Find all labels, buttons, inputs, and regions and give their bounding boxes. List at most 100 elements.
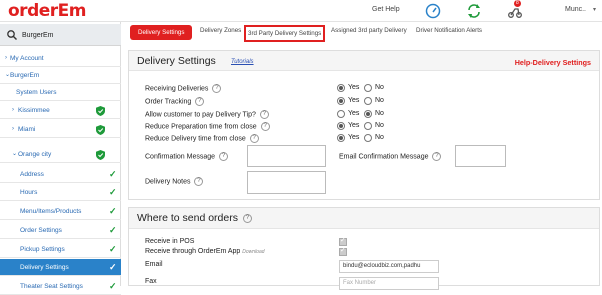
tab-delivery-settings[interactable]: Delivery Settings	[130, 25, 193, 40]
radio-reduce-delivery-yes[interactable]	[337, 134, 345, 142]
radio-delivery-tip-no[interactable]	[364, 110, 372, 118]
sidebar-item-system-users[interactable]: System Users	[0, 84, 121, 101]
get-help-link[interactable]: Get Help	[372, 6, 400, 13]
help-question-icon[interactable]: ?	[260, 122, 270, 131]
sidebar-item-delivery-settings[interactable]: Delivery Settings ✓	[0, 259, 121, 276]
receive-in-pos-checkbox[interactable]	[339, 236, 347, 246]
sidebar-item-orange-city[interactable]: ⌄ Orange city	[0, 146, 121, 163]
radio-reduce-preparation-no[interactable]	[364, 122, 372, 130]
search-input[interactable]	[22, 27, 118, 43]
radio-label-no: No	[375, 122, 384, 129]
delivery-settings-panel: Delivery Settings Tutorials Help-Deliver…	[128, 50, 600, 200]
chevron-right-icon: ›	[5, 55, 7, 61]
check-icon: ✓	[109, 206, 117, 216]
radio-label-no: No	[375, 110, 384, 117]
shield-check-icon	[96, 106, 105, 116]
sidebar-item-kissimmee[interactable]: › Kissimmee	[0, 102, 121, 119]
dashboard-gauge-icon[interactable]	[425, 3, 441, 19]
email-input[interactable]: bindu@ecloudbiz.com,padhu	[339, 260, 439, 273]
settings-tabs: Delivery Settings Delivery Zones 3rd Par…	[128, 24, 602, 44]
setting-label-delivery-tip: Allow customer to pay Delivery Tip? ?	[145, 110, 269, 119]
radio-receiving-deliveries-no[interactable]	[364, 84, 372, 92]
panel-header: Delivery Settings Tutorials Help-Deliver…	[129, 51, 599, 71]
check-icon: ✓	[109, 244, 117, 254]
help-question-icon[interactable]: ?	[194, 177, 204, 186]
logo[interactable]: orderEm	[8, 1, 86, 21]
tutorials-link[interactable]: Tutorials	[231, 59, 254, 65]
sidebar-item-order-settings[interactable]: Order Settings ✓	[0, 222, 121, 239]
radio-receiving-deliveries-yes[interactable]	[337, 84, 345, 92]
check-icon: ✓	[109, 281, 117, 291]
radio-order-tracking-yes[interactable]	[337, 97, 345, 105]
radio-reduce-preparation-yes[interactable]	[337, 122, 345, 130]
confirmation-message-field[interactable]	[247, 145, 326, 167]
radio-label-yes: Yes	[348, 97, 360, 104]
sidebar-item-burgerem[interactable]: ⌄ BurgerEm	[0, 67, 121, 84]
radio-label-yes: Yes	[348, 122, 360, 129]
tab-3rd-party-delivery-settings[interactable]: 3rd Party Delivery Settings	[244, 25, 326, 42]
sidebar-item-pickup-settings[interactable]: Pickup Settings ✓	[0, 241, 121, 258]
radio-label-no: No	[375, 134, 384, 141]
sidebar-item-label: Hours	[20, 189, 38, 196]
refresh-icon[interactable]	[466, 3, 482, 19]
search-bar	[0, 24, 121, 46]
help-delivery-settings-link[interactable]: Help-Delivery Settings	[515, 58, 591, 67]
sidebar-item-label: Kissimmee	[18, 107, 50, 114]
help-question-icon[interactable]: ?	[212, 84, 222, 93]
shield-check-icon	[96, 150, 105, 160]
sidebar-item-label: Miami	[18, 126, 36, 133]
email-label: Email	[145, 261, 163, 268]
help-question-icon[interactable]: ?	[432, 152, 442, 161]
radio-delivery-tip-yes[interactable]	[337, 110, 345, 118]
delivery-notes-field[interactable]	[247, 171, 326, 194]
sidebar-item-label: Order Settings	[20, 227, 62, 234]
sidebar-item-menu-items-products[interactable]: Menu/Items/Products ✓	[0, 203, 121, 220]
search-icon	[7, 30, 17, 40]
sidebar-item-my-account[interactable]: › My Account	[0, 50, 121, 67]
sidebar-item-label: Pickup Settings	[20, 246, 65, 253]
sidebar-item-label: Delivery Settings	[20, 264, 69, 271]
download-link[interactable]: Download	[242, 249, 264, 255]
sidebar-item-miami[interactable]: › Miami	[0, 121, 121, 138]
receive-in-pos-label: Receive in POS	[145, 238, 195, 245]
help-question-icon[interactable]: ?	[195, 97, 205, 106]
chevron-down-icon[interactable]: ▾	[593, 6, 596, 13]
user-name[interactable]: Munc..	[565, 6, 586, 13]
setting-label-order-tracking: Order Tracking ?	[145, 97, 205, 106]
panel-header: Where to send orders ?	[129, 208, 599, 229]
help-question-icon[interactable]: ?	[242, 213, 252, 223]
tab-assigned-3rd-party-delivery[interactable]: Assigned 3rd party Delivery	[331, 27, 407, 34]
chevron-down-icon: ⌄	[12, 151, 18, 157]
chevron-right-icon: ›	[12, 107, 14, 113]
radio-label-yes: Yes	[348, 84, 360, 91]
setting-label-reduce-preparation-time: Reduce Preparation time from close ?	[145, 122, 270, 131]
sidebar-item-theater-seat-settings[interactable]: Theater Seat Settings ✓	[0, 278, 121, 295]
radio-label-yes: Yes	[348, 110, 360, 117]
check-icon: ✓	[109, 187, 117, 197]
email-confirmation-message-field[interactable]	[455, 145, 506, 167]
setting-label-receiving-deliveries: Receiving Deliveries ?	[145, 84, 222, 93]
sidebar-item-hours[interactable]: Hours ✓	[0, 184, 121, 201]
sidebar-item-label: Address	[20, 171, 44, 178]
tab-delivery-zones[interactable]: Delivery Zones	[200, 27, 241, 34]
help-question-icon[interactable]: ?	[259, 110, 269, 119]
where-to-send-orders-panel: Where to send orders ? Receive in POS Re…	[128, 207, 600, 290]
notification-badge: 8	[514, 0, 521, 7]
help-question-icon[interactable]: ?	[218, 152, 228, 161]
sidebar-item-label: System Users	[16, 89, 57, 96]
help-question-icon[interactable]: ?	[249, 134, 259, 143]
setting-label-reduce-delivery-time: Reduce Delivery time from close ?	[145, 134, 259, 143]
receive-through-app-checkbox[interactable]	[339, 246, 347, 256]
confirmation-message-label: Confirmation Message ?	[145, 152, 228, 161]
tab-driver-notification-alerts[interactable]: Driver Notification Alerts	[416, 27, 482, 34]
panel-title: Where to send orders ?	[137, 212, 252, 224]
shield-check-icon	[96, 125, 105, 135]
fax-input[interactable]: Fax Number	[339, 277, 439, 290]
sidebar-item-address[interactable]: Address ✓	[0, 166, 121, 183]
radio-label-yes: Yes	[348, 134, 360, 141]
radio-label-no: No	[375, 97, 384, 104]
fax-label: Fax	[145, 278, 157, 285]
radio-order-tracking-no[interactable]	[364, 97, 372, 105]
chevron-right-icon: ›	[12, 126, 14, 132]
radio-reduce-delivery-no[interactable]	[364, 134, 372, 142]
